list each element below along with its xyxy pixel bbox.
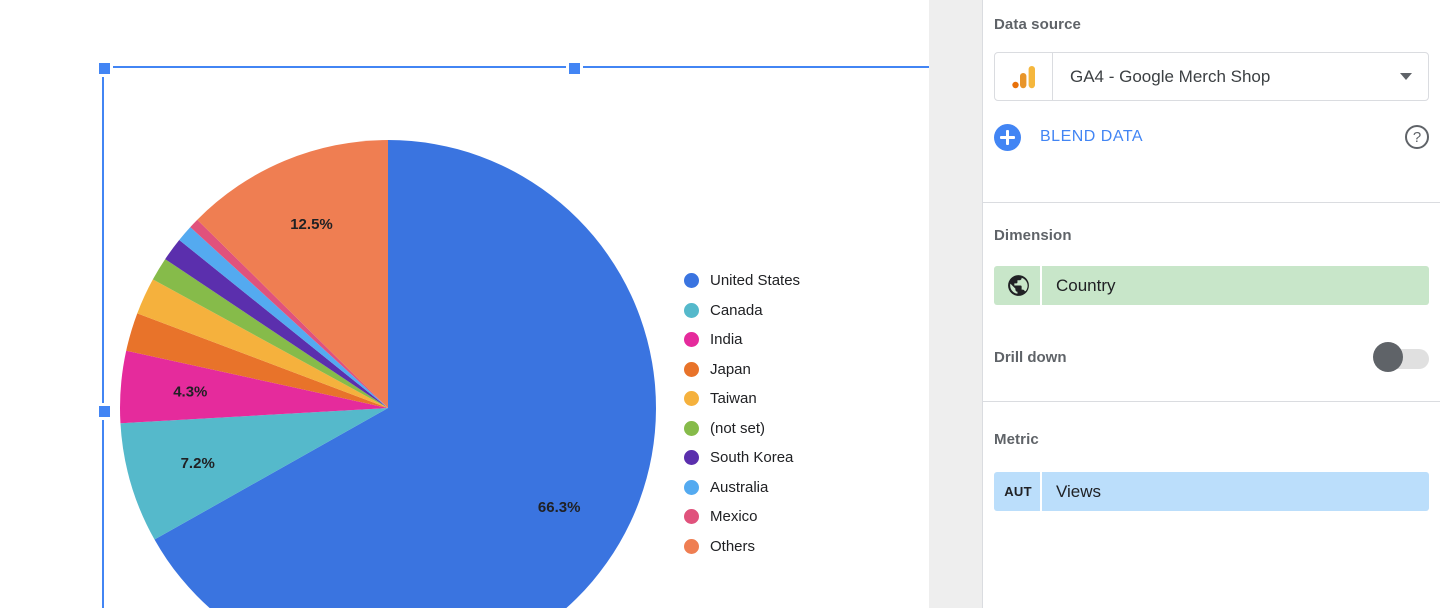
chevron-down-icon[interactable]	[1384, 53, 1428, 100]
data-source-name: GA4 - Google Merch Shop	[1070, 66, 1271, 86]
legend-item[interactable]: (not set)	[684, 414, 894, 444]
chart-legend: United States Canada India Japan Taiwan (not …	[684, 266, 894, 561]
data-source-select[interactable]: GA4 - Google Merch Shop	[994, 52, 1429, 101]
dimension-chip-country[interactable]: Country	[994, 266, 1429, 305]
legend-item[interactable]: United States	[684, 266, 894, 296]
pie-chart[interactable]: 66.3% 7.2% 4.3% 12.5% United States Canada In…	[104, 68, 929, 608]
google-analytics-icon	[995, 53, 1053, 100]
properties-panel: Data source GA4 - Google Merch Shop BLEN…	[983, 0, 1440, 608]
pie-slice-label: 66.3%	[538, 499, 581, 516]
legend-swatch	[684, 450, 699, 466]
legend-swatch	[684, 391, 699, 407]
metric-type-badge: AUT	[994, 472, 1042, 511]
blend-data-row[interactable]: BLEND DATA ?	[994, 117, 1429, 157]
legend-swatch	[684, 332, 699, 348]
legend-swatch	[684, 420, 699, 436]
pie-slice-label: 7.2%	[181, 455, 215, 472]
dimension-section-title: Dimension	[994, 227, 1072, 244]
plus-circle-icon[interactable]	[994, 123, 1021, 151]
data-source-section-title: Data source	[994, 16, 1081, 33]
legend-item-label: (not set)	[710, 419, 766, 437]
toggle-knob[interactable]	[1373, 342, 1403, 372]
legend-item-label: India	[710, 331, 743, 349]
legend-item-label: Taiwan	[710, 390, 757, 408]
legend-item-label: United States	[710, 272, 801, 290]
canvas-panel-gutter	[929, 0, 983, 608]
legend-swatch	[684, 509, 699, 525]
blend-data-label[interactable]: BLEND DATA	[1040, 128, 1143, 146]
legend-item[interactable]: Canada	[684, 296, 894, 326]
metric-chip-label: Views	[1056, 481, 1102, 501]
legend-item[interactable]: South Korea	[684, 443, 894, 473]
legend-item[interactable]: Taiwan	[684, 384, 894, 414]
metric-chip-views[interactable]: AUT Views	[994, 472, 1429, 511]
help-circle-icon[interactable]: ?	[1405, 125, 1429, 149]
dimension-chip-label: Country	[1056, 275, 1116, 295]
drill-down-label: Drill down	[994, 348, 1067, 366]
legend-item-label: South Korea	[710, 449, 794, 467]
drill-down-toggle[interactable]	[1373, 342, 1429, 372]
data-source-section: Data source GA4 - Google Merch Shop BLEN…	[983, 0, 1440, 157]
drill-down-row[interactable]: Drill down	[994, 337, 1429, 377]
metric-aut-badge: AUT	[1004, 484, 1032, 499]
dimension-section: Dimension Country Drill down	[983, 203, 1440, 377]
globe-icon	[994, 266, 1042, 305]
legend-swatch	[684, 479, 699, 495]
pie-slice-label: 12.5%	[290, 216, 333, 233]
legend-swatch	[684, 538, 699, 554]
legend-swatch	[684, 361, 699, 377]
legend-item-label: Mexico	[710, 508, 758, 526]
legend-item-label: Japan	[710, 360, 751, 378]
report-canvas[interactable]: 66.3% 7.2% 4.3% 12.5% United States Canada In…	[0, 0, 929, 608]
metric-section-title: Metric	[994, 431, 1039, 448]
legend-item[interactable]: Australia	[684, 473, 894, 503]
legend-item[interactable]: Japan	[684, 355, 894, 385]
metric-section: Metric AUT Views	[983, 402, 1440, 511]
legend-item-label: Others	[710, 537, 756, 555]
legend-item-label: Canada	[710, 301, 763, 319]
legend-item-label: Australia	[710, 478, 769, 496]
pie-slice-label: 4.3%	[173, 383, 207, 400]
legend-swatch	[684, 302, 699, 318]
legend-swatch	[684, 273, 699, 289]
legend-item[interactable]: India	[684, 325, 894, 355]
legend-item[interactable]: Mexico	[684, 502, 894, 532]
pie-slice-group	[120, 140, 656, 608]
legend-item[interactable]: Others	[684, 532, 894, 562]
report-editor-screen: 66.3% 7.2% 4.3% 12.5% United States Canada In…	[0, 0, 1440, 608]
